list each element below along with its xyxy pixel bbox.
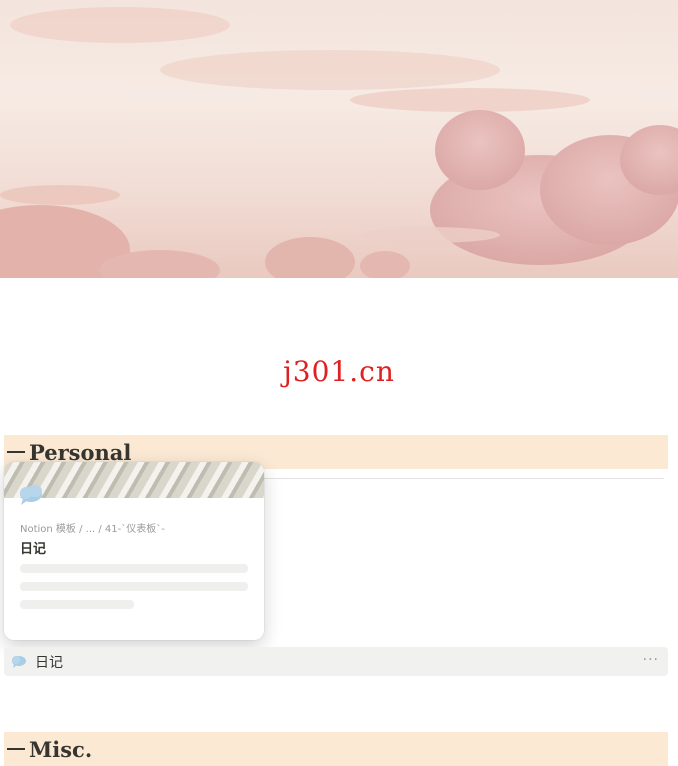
cloud-icon xyxy=(18,484,44,510)
section-header-misc: Misc. xyxy=(4,732,668,766)
section-title-personal: Personal xyxy=(29,439,132,465)
cloud-icon xyxy=(11,655,27,669)
page-link-row-diary[interactable]: 日记 ··· xyxy=(4,647,668,676)
row-label: 日记 xyxy=(35,654,63,671)
page-preview-popup[interactable]: Notion 模板 / ... / 41-`仪表板`- 日记 xyxy=(4,462,264,640)
section-dash xyxy=(7,451,25,453)
preview-title: 日记 xyxy=(20,542,47,557)
page-cover-image[interactable] xyxy=(0,0,678,278)
loading-skeleton-line xyxy=(20,600,134,609)
preview-breadcrumb: Notion 模板 / ... / 41-`仪表板`- xyxy=(20,524,165,535)
loading-skeleton-line xyxy=(20,564,248,573)
loading-skeleton-line xyxy=(20,582,248,591)
watermark-text: j301.cn xyxy=(283,355,395,388)
section-dash xyxy=(7,748,25,750)
section-title-misc: Misc. xyxy=(29,736,93,762)
more-options-icon[interactable]: ··· xyxy=(643,652,659,668)
